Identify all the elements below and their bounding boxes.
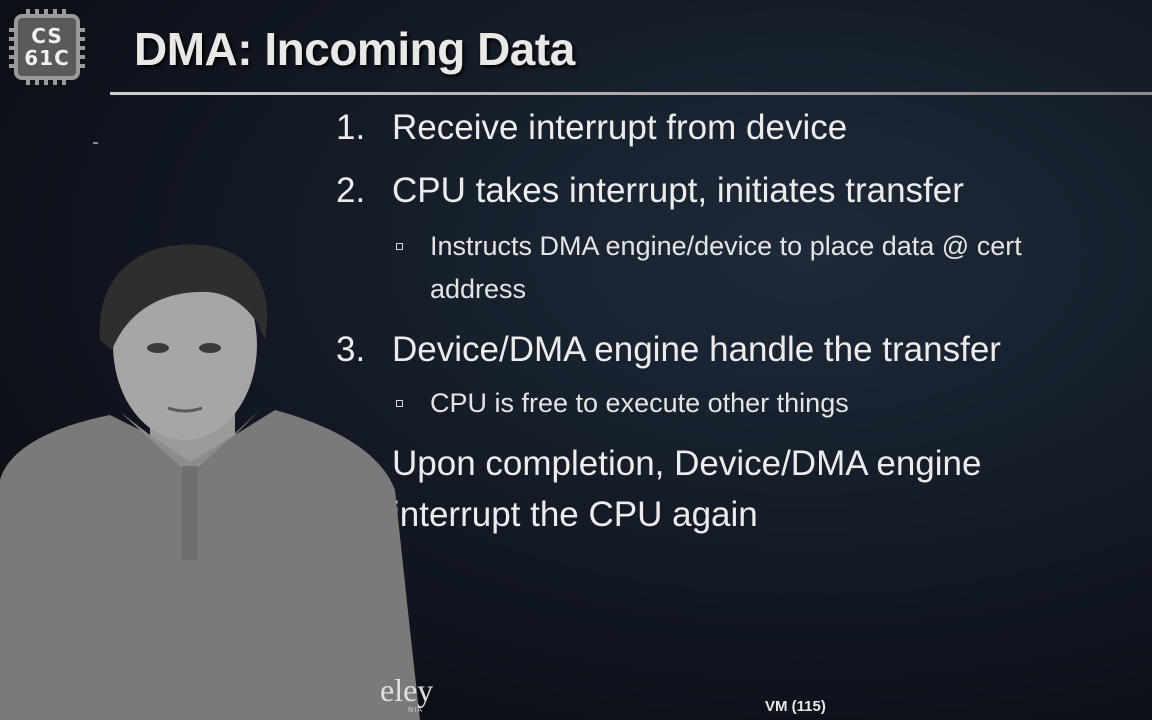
presenter-placket	[182, 466, 198, 560]
sub-item-text: Instructs DMA engine/device to place dat…	[430, 231, 1022, 261]
title-divider	[110, 92, 1152, 95]
presenter-eye-right	[199, 343, 221, 353]
sub-item-text: CPU is free to execute other things	[430, 388, 849, 418]
berkeley-logo-subtext: NIA	[408, 706, 424, 714]
item-text: Device/DMA engine handle the transfer	[392, 330, 1001, 369]
slide-page-label: VM (115)	[765, 698, 826, 715]
presenter-shirt	[0, 410, 420, 720]
item-number: 1.	[336, 108, 366, 147]
chip-pins-top	[26, 9, 68, 14]
chip-pins-left	[9, 26, 14, 68]
berkeley-logo-text: eley	[380, 672, 434, 708]
item-text: Upon completion, Device/DMA engine	[392, 444, 982, 483]
slide-title: DMA: Incoming Data	[134, 23, 575, 75]
logo-line-2: 61C	[24, 46, 70, 70]
item-text: Receive interrupt from device	[392, 108, 848, 147]
presenter-video-overlay	[0, 244, 420, 720]
item-text: interrupt the CPU again	[392, 495, 758, 534]
cs61c-logo: CS 61C	[9, 9, 85, 85]
item-number: 2.	[336, 171, 366, 210]
chip-pins-right	[80, 26, 85, 68]
chip-pins-bottom	[26, 80, 68, 85]
presenter-eye-left	[147, 343, 169, 353]
logo-line-1: CS	[31, 24, 63, 48]
sub-item-text: address	[430, 274, 527, 304]
stray-mark	[93, 142, 98, 144]
item-text: CPU takes interrupt, initiates transfer	[392, 171, 964, 210]
